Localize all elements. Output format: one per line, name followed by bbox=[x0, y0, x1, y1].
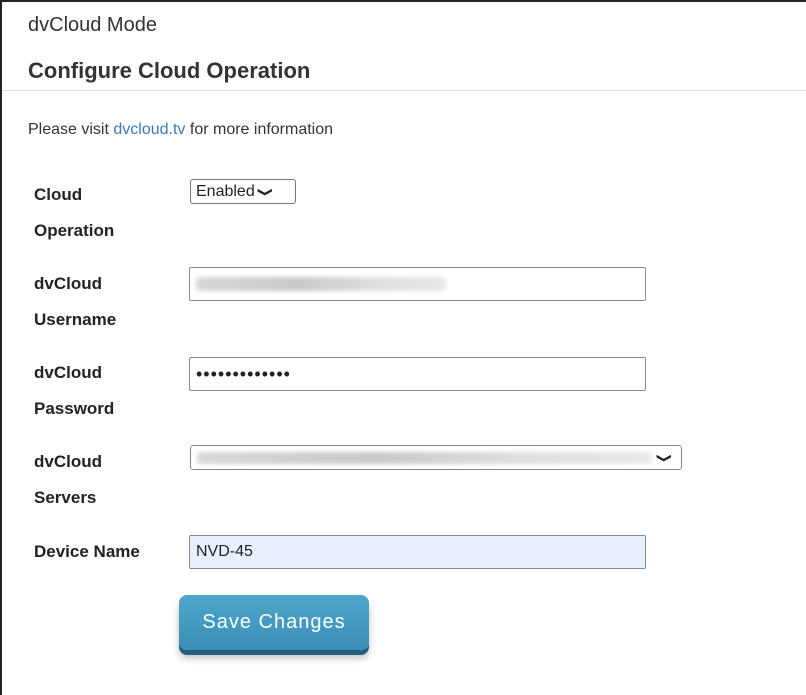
username-input[interactable] bbox=[189, 267, 646, 301]
mode-title: dvCloud Mode bbox=[28, 14, 157, 36]
page-frame bbox=[0, 0, 806, 695]
info-prefix: Please visit bbox=[28, 121, 114, 138]
password-label: dvCloud Password bbox=[34, 355, 154, 427]
cloud-operation-select[interactable]: Enabled ❯ bbox=[190, 179, 296, 204]
device-name-value: NVD-45 bbox=[196, 543, 253, 560]
chevron-down-icon: ❯ bbox=[257, 186, 275, 197]
password-mask: ••••••••••••• bbox=[196, 364, 291, 384]
info-text: Please visit dvcloud.tv for more informa… bbox=[28, 121, 333, 139]
divider bbox=[2, 90, 806, 91]
save-button[interactable]: Save Changes bbox=[179, 595, 369, 650]
password-input[interactable]: ••••••••••••• bbox=[189, 357, 646, 391]
servers-select[interactable]: ❯ bbox=[190, 445, 682, 470]
device-name-label: Device Name bbox=[34, 542, 140, 561]
chevron-down-icon: ❯ bbox=[656, 452, 674, 463]
label-line: Operation bbox=[34, 221, 115, 240]
label-line: Servers bbox=[34, 488, 97, 507]
label-line: dvCloud bbox=[34, 452, 102, 471]
label-line: dvCloud bbox=[34, 363, 102, 382]
label-line: Username bbox=[34, 310, 117, 329]
label-line: Password bbox=[34, 399, 115, 418]
redacted-username bbox=[196, 277, 446, 291]
label-line: Cloud bbox=[34, 185, 83, 204]
selected-value: Enabled bbox=[196, 182, 255, 200]
device-name-input[interactable]: NVD-45 bbox=[189, 535, 646, 569]
info-suffix: for more information bbox=[185, 121, 334, 138]
redacted-server bbox=[197, 451, 652, 464]
username-label: dvCloud Username bbox=[34, 266, 154, 338]
servers-label: dvCloud Servers bbox=[34, 444, 154, 516]
label-line: dvCloud bbox=[34, 274, 102, 293]
cloud-operation-label: Cloud Operation bbox=[34, 177, 154, 249]
page-title: Configure Cloud Operation bbox=[28, 58, 311, 83]
dvcloud-link[interactable]: dvcloud.tv bbox=[113, 121, 185, 138]
